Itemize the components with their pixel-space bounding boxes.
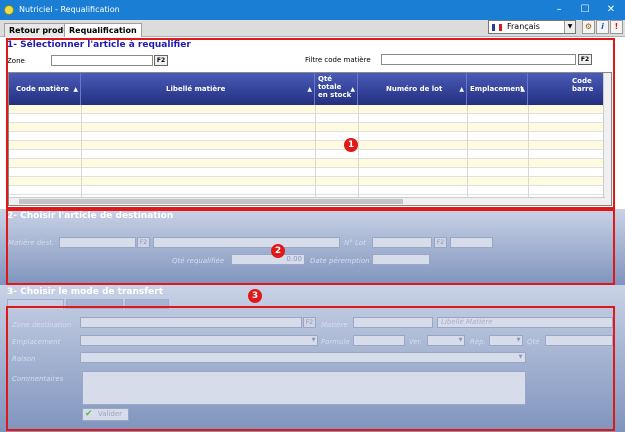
- annotation-box-1: [6, 38, 615, 209]
- info-icon[interactable]: i: [596, 20, 609, 34]
- annotation-marker-2: 2: [271, 244, 285, 258]
- tab-requalification[interactable]: Requalification: [64, 23, 142, 37]
- annotation-box-3: [6, 306, 615, 431]
- app-icon: [4, 5, 14, 15]
- window-title-bar: Nutriciel - Requalification – ☐ ✕: [0, 0, 625, 20]
- window-title: Nutriciel - Requalification: [19, 5, 120, 14]
- chevron-down-icon: ▼: [564, 21, 575, 33]
- language-value: Français: [507, 22, 540, 31]
- help-icon[interactable]: !: [610, 20, 623, 34]
- annotation-box-2: [6, 209, 615, 285]
- close-button[interactable]: ✕: [598, 0, 624, 20]
- france-flag-icon: [492, 24, 502, 31]
- annotation-marker-1: 1: [344, 138, 358, 152]
- minimize-button[interactable]: –: [546, 0, 572, 20]
- maximize-button[interactable]: ☐: [572, 0, 598, 20]
- section3-title: 3- Choisir le mode de transfert: [7, 287, 164, 297]
- language-select[interactable]: Français ▼: [488, 20, 576, 34]
- user-settings-icon[interactable]: ⚙: [582, 20, 595, 34]
- annotation-marker-3: 3: [248, 289, 262, 303]
